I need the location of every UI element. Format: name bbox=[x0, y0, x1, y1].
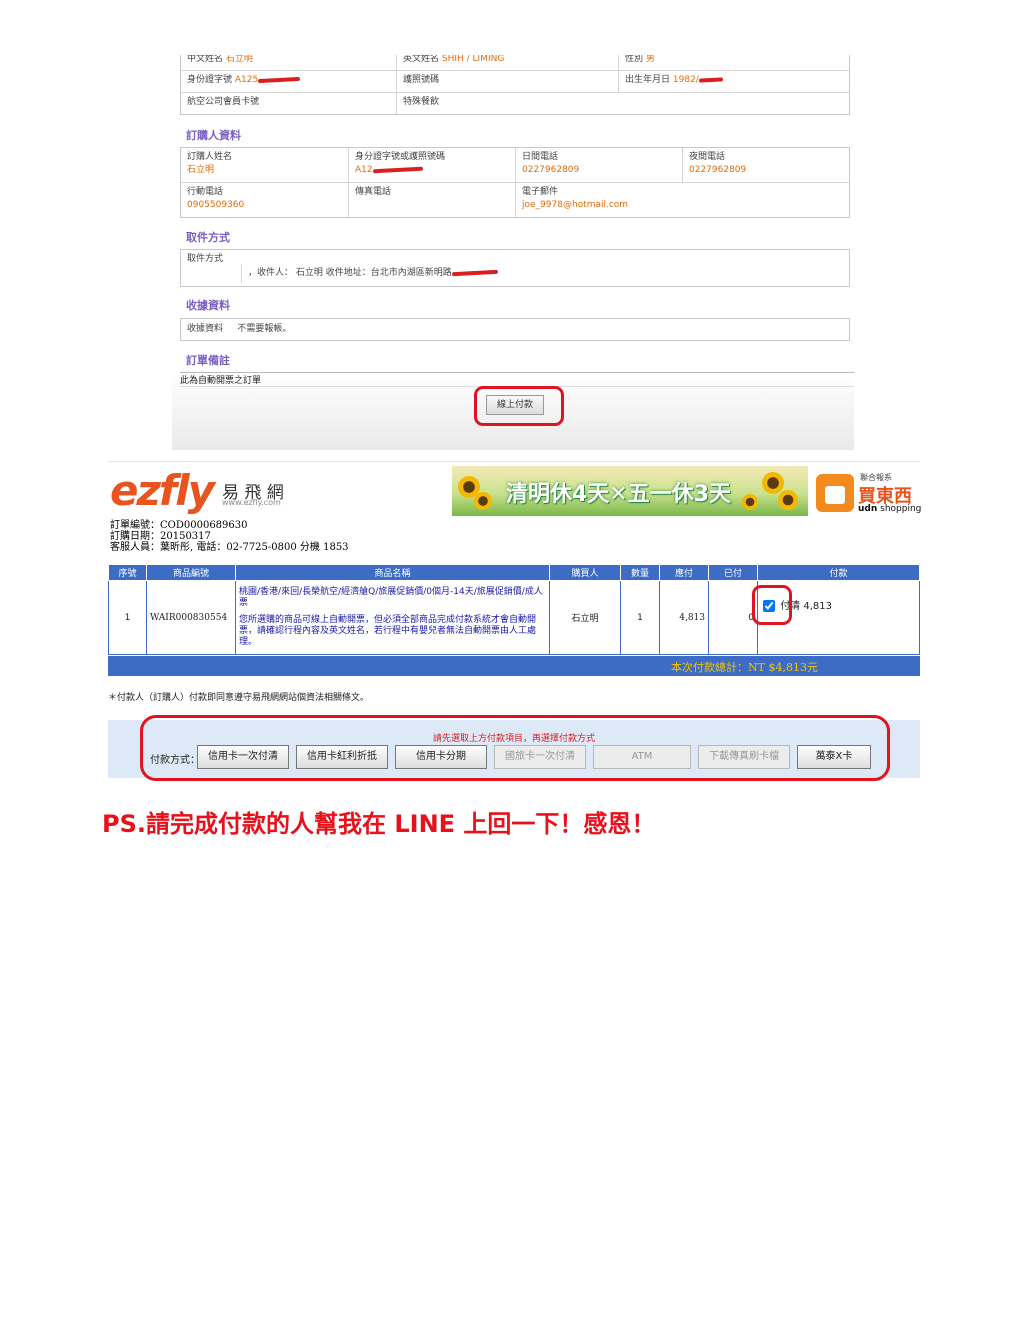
ps-note: PS.請完成付款的人幫我在 LINE 上回一下！感恩！ bbox=[102, 810, 656, 838]
row-qty: 1 bbox=[620, 580, 660, 655]
gender-label: 性別 bbox=[625, 55, 644, 64]
udn-shopping-logo[interactable]: 聯合報系 買東西 udn shopping bbox=[816, 468, 922, 516]
receipt-label: 收據資料 bbox=[187, 324, 224, 334]
receipt-value: 不需要報帳。 bbox=[237, 324, 292, 334]
sunflower-icon bbox=[778, 490, 798, 510]
mobile-label: 行動電話 bbox=[187, 187, 224, 197]
day-phone-label: 日間電話 bbox=[522, 152, 559, 162]
mobile-value: 0905509360 bbox=[187, 200, 245, 210]
pickup-method-value: ，收件人： 石立明 收件地址：台北市內湖區新明路 bbox=[248, 268, 452, 278]
order-items-table: 序號 商品編號 商品名稱 購買人 數量 應付 已付 付款 1 WAIR00083… bbox=[108, 564, 920, 655]
table-header-row: 序號 商品編號 商品名稱 購買人 數量 應付 已付 付款 bbox=[108, 564, 920, 581]
header-seq: 序號 bbox=[108, 564, 147, 581]
buyer-id-value: A12 bbox=[355, 165, 373, 175]
divider bbox=[108, 461, 920, 462]
header-paid: 已付 bbox=[708, 564, 758, 581]
ezfly-logo: ezfly 易 飛 網 www.ezfly.com bbox=[110, 466, 290, 516]
highlight-circle bbox=[474, 386, 564, 426]
en-name-label: 英文姓名 bbox=[403, 55, 440, 64]
row-product-code: WAIR000830554 bbox=[146, 580, 236, 655]
pickup-section-title: 取件方式 bbox=[186, 231, 230, 244]
row-buyer: 石立明 bbox=[549, 580, 621, 655]
pickup-table: 取件方式 ，收件人： 石立明 收件地址：台北市內湖區新明路 bbox=[180, 249, 850, 287]
receipt-table: 收據資料 不需要報帳。 bbox=[180, 318, 850, 341]
payment-highlight-circle bbox=[140, 715, 890, 781]
email-value: joe_9978@hotmail.com bbox=[522, 200, 629, 210]
row-product-name[interactable]: 桃園/香港/來回/長榮航空/經濟艙Q/旅展促銷價/0個月-14天/旅展促銷價/成… bbox=[239, 587, 546, 609]
id-label: 身份證字號 bbox=[187, 75, 233, 85]
day-phone-value: 0227962809 bbox=[522, 165, 580, 175]
order-date: 訂購日期：20150317 bbox=[110, 531, 211, 542]
redaction-mark bbox=[451, 269, 498, 276]
sunflower-icon bbox=[762, 472, 784, 494]
banner-text: 清明休4天✕五一休3天 bbox=[506, 482, 732, 507]
night-phone-label: 夜間電話 bbox=[689, 152, 726, 162]
remark-section-title: 訂單備註 bbox=[186, 354, 230, 367]
buyer-table: 訂購人姓名石立明 身分證字號或護照號碼 A12 日間電話 0227962809 夜間… bbox=[180, 147, 850, 218]
cn-name-label: 中文姓名 bbox=[187, 55, 224, 64]
id-value: A125 bbox=[234, 75, 259, 85]
buyer-section-title: 訂購人資料 bbox=[186, 129, 241, 142]
header-buyer: 購買人 bbox=[549, 564, 621, 581]
udn-bold-text: udn bbox=[858, 504, 878, 514]
order-number: 訂單編號：COD0000689630 bbox=[110, 520, 248, 531]
order-confirmation-screenshot: 中文姓名 石立明 英文姓名 SHIH / LIMING 性別 男 身份證字號 A… bbox=[172, 55, 854, 450]
sunflower-icon bbox=[474, 492, 492, 510]
redaction-mark bbox=[372, 166, 423, 173]
udn-shopping-text: shopping bbox=[880, 504, 922, 514]
dob-value: 1982/ bbox=[672, 75, 699, 85]
redaction-mark bbox=[258, 76, 301, 83]
email-label: 電子郵件 bbox=[522, 187, 559, 197]
receipt-section-title: 收據資料 bbox=[186, 299, 230, 312]
row-due: 4,813 bbox=[659, 580, 709, 655]
shopping-bag-icon bbox=[816, 474, 854, 512]
pickup-method-label: 取件方式 bbox=[187, 254, 224, 264]
header-pay: 付款 bbox=[757, 564, 920, 581]
table-row: 1 WAIR000830554 桃園/香港/來回/長榮航空/經濟艙Q/旅展促銷價… bbox=[108, 580, 920, 655]
buyer-id-label: 身分證字號或護照號碼 bbox=[355, 152, 446, 162]
row-product-note: 您所選購的商品可線上自動開票，但必須全部商品完成付款系統才會自動開票，請確認行程… bbox=[239, 615, 537, 647]
order-remark: 此為自動開票之訂單 bbox=[180, 372, 854, 387]
promo-banner[interactable]: 清明休4天✕五一休3天 bbox=[452, 466, 808, 516]
gender-value: 男 bbox=[645, 55, 655, 64]
ezfly-logo-url: www.ezfly.com bbox=[222, 498, 281, 507]
night-phone-value: 0227962809 bbox=[689, 165, 747, 175]
member-card-label: 航空公司會員卡號 bbox=[187, 97, 260, 107]
ezfly-logo-text: ezfly bbox=[110, 466, 215, 515]
payment-total: 本次付款總計：NT $4,813元 bbox=[671, 661, 818, 674]
passenger-table: 中文姓名 石立明 英文姓名 SHIH / LIMING 性別 男 身份證字號 A… bbox=[180, 55, 850, 115]
total-bar: 本次付款總計：NT $4,813元 bbox=[108, 656, 920, 676]
header-due: 應付 bbox=[659, 564, 709, 581]
header-product-name: 商品名稱 bbox=[235, 564, 550, 581]
special-meal-label: 特殊餐飲 bbox=[403, 97, 440, 107]
dob-label: 出生年月日 bbox=[625, 75, 671, 85]
redaction-mark bbox=[698, 76, 723, 83]
en-name-value: SHIH / LIMING bbox=[441, 55, 505, 64]
sunflower-icon bbox=[742, 494, 758, 510]
buyer-name-label: 訂購人姓名 bbox=[187, 152, 233, 162]
row-seq: 1 bbox=[108, 580, 147, 655]
fax-label: 傳真電話 bbox=[355, 187, 392, 197]
cn-name-value: 石立明 bbox=[225, 55, 253, 64]
buyer-name-value: 石立明 bbox=[187, 165, 215, 175]
passport-label: 護照號碼 bbox=[403, 75, 440, 85]
checkbox-highlight-circle bbox=[752, 585, 792, 625]
row-paid: 0 bbox=[708, 580, 758, 655]
service-contact: 客服人員：葉昕彤, 電話：02-7725-0800 分機 1853 bbox=[110, 542, 349, 553]
pay-amount: 4,813 bbox=[803, 601, 833, 612]
agreement-note: ＊付款人（訂購人）付款即同意遵守易飛網網站個資法相關條文。 bbox=[108, 693, 370, 703]
header-qty: 數量 bbox=[620, 564, 660, 581]
header-product-code: 商品編號 bbox=[146, 564, 236, 581]
